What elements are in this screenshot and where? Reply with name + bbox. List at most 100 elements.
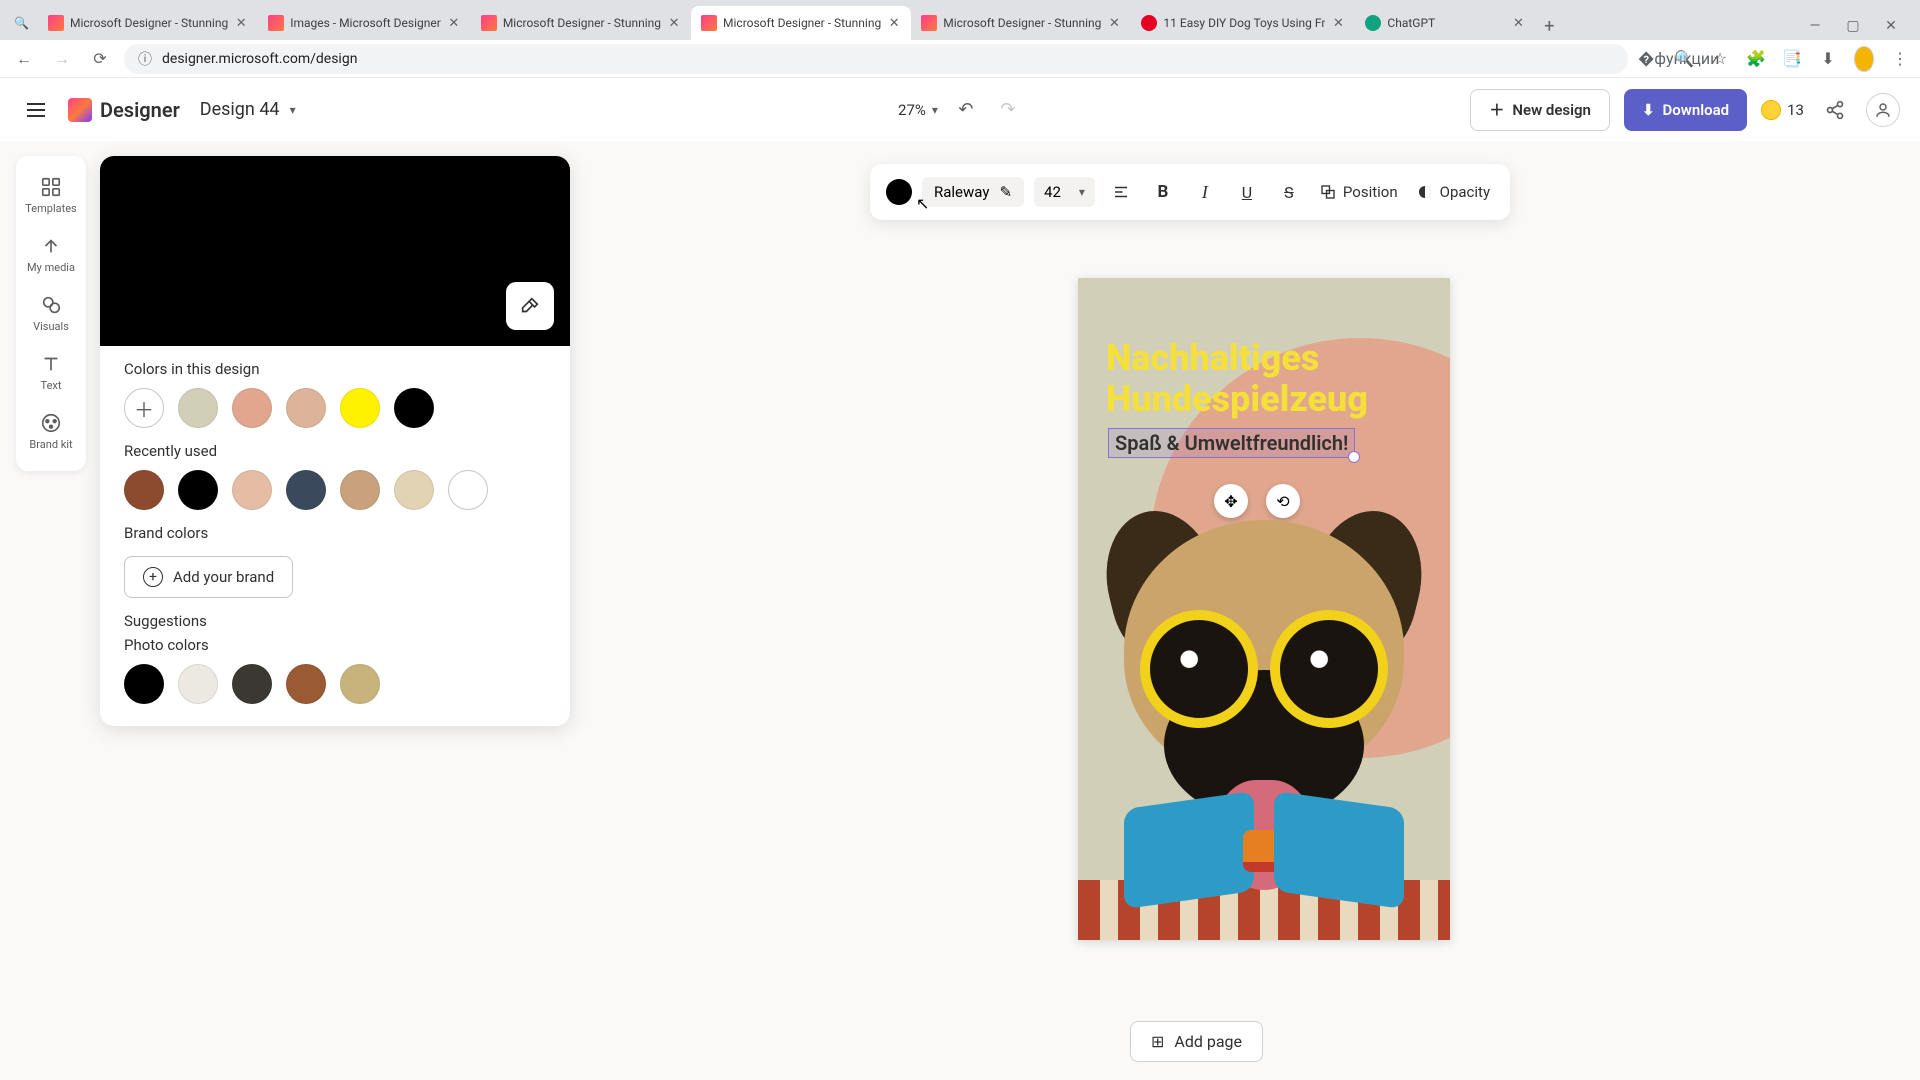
forward-button[interactable]: → bbox=[48, 45, 76, 73]
position-button[interactable]: Position bbox=[1315, 183, 1402, 201]
color-swatch[interactable] bbox=[178, 664, 218, 704]
browser-tab[interactable]: Microsoft Designer - Stunning ✕ bbox=[471, 6, 691, 40]
brand-label: Designer bbox=[100, 98, 180, 122]
color-swatch[interactable] bbox=[232, 388, 272, 428]
color-swatch[interactable] bbox=[286, 664, 326, 704]
browser-tab-active[interactable]: Microsoft Designer - Stunning✕ bbox=[691, 6, 911, 40]
brand[interactable]: Designer bbox=[68, 98, 180, 122]
designer-logo-icon bbox=[68, 98, 92, 122]
color-swatch[interactable] bbox=[340, 470, 380, 510]
chevron-down-icon: ▾ bbox=[1079, 185, 1085, 199]
tab-title: ChatGPT bbox=[1387, 16, 1505, 30]
current-color-preview[interactable] bbox=[100, 156, 570, 346]
color-swatch[interactable] bbox=[232, 470, 272, 510]
reading-list-icon[interactable]: 📑 bbox=[1782, 49, 1802, 68]
rail-brand-kit[interactable]: Brand kit bbox=[16, 402, 86, 461]
section-title: Suggestions bbox=[124, 612, 546, 630]
rail-visuals[interactable]: Visuals bbox=[16, 284, 86, 343]
zoom-value: 27% bbox=[898, 101, 926, 119]
browser-tab[interactable]: Microsoft Designer - Stunning✕ bbox=[911, 6, 1131, 40]
bookmark-icon[interactable]: ☆ bbox=[1710, 49, 1730, 68]
designer-favicon-icon bbox=[481, 15, 497, 31]
color-swatch[interactable] bbox=[340, 664, 380, 704]
add-page-button[interactable]: ⊞ Add page bbox=[1130, 1021, 1263, 1062]
undo-button[interactable]: ↶ bbox=[952, 96, 980, 124]
url-field[interactable]: ⓘ designer.microsoft.com/design bbox=[124, 44, 1628, 74]
color-swatch[interactable] bbox=[232, 664, 272, 704]
text-color-button[interactable] bbox=[886, 179, 912, 205]
download-button[interactable]: ⬇ Download bbox=[1624, 89, 1747, 131]
strikethrough-button[interactable]: S bbox=[1273, 176, 1305, 208]
font-size-dropdown[interactable]: 42 ▾ bbox=[1034, 177, 1095, 207]
rail-label: Templates bbox=[25, 202, 76, 215]
opacity-button[interactable]: Opacity bbox=[1412, 183, 1494, 201]
eyedropper-button[interactable] bbox=[506, 282, 554, 330]
browser-tab[interactable]: ChatGPT ✕ bbox=[1355, 6, 1535, 40]
zoom-dropdown[interactable]: 27% ▾ bbox=[898, 101, 938, 119]
color-swatch[interactable] bbox=[394, 470, 434, 510]
add-brand-label: Add your brand bbox=[173, 568, 274, 586]
close-icon[interactable]: ✕ bbox=[887, 16, 901, 30]
browser-tab[interactable]: 11 Easy DIY Dog Toys Using Fr✕ bbox=[1131, 6, 1355, 40]
minimize-icon[interactable]: — bbox=[1806, 18, 1824, 34]
browser-address-bar: ← → ⟳ ⓘ designer.microsoft.com/design �ф… bbox=[0, 40, 1920, 78]
close-icon[interactable]: ✕ bbox=[447, 16, 461, 30]
selected-text-box[interactable]: Spaß & Umweltfreundlich! bbox=[1108, 428, 1355, 458]
account-button[interactable] bbox=[1866, 93, 1900, 127]
reload-button[interactable]: ⟳ bbox=[86, 45, 114, 73]
maximize-icon[interactable]: ▢ bbox=[1844, 18, 1862, 34]
close-icon[interactable]: ✕ bbox=[1331, 16, 1345, 30]
zoom-icon[interactable]: 🔍 bbox=[1674, 49, 1694, 68]
rail-templates[interactable]: Templates bbox=[16, 166, 86, 225]
redo-button[interactable]: ↷ bbox=[994, 96, 1022, 124]
color-swatch[interactable] bbox=[394, 388, 434, 428]
bold-button[interactable]: B bbox=[1147, 176, 1179, 208]
color-swatch[interactable] bbox=[178, 388, 218, 428]
design-canvas[interactable]: Nachhaltiges Hundespielzeug Spaß & Umwel… bbox=[1078, 278, 1450, 940]
extensions-icon[interactable]: 🧩 bbox=[1746, 49, 1766, 68]
underline-button[interactable]: U bbox=[1231, 176, 1263, 208]
align-button[interactable] bbox=[1105, 176, 1137, 208]
new-design-button[interactable]: ＋ New design bbox=[1470, 89, 1610, 131]
close-icon[interactable]: ✕ bbox=[1511, 16, 1525, 30]
close-icon[interactable]: ✕ bbox=[234, 16, 248, 30]
font-family-dropdown[interactable]: Raleway ✎ bbox=[922, 177, 1024, 207]
back-button[interactable]: ← bbox=[10, 45, 38, 73]
site-info-icon[interactable]: ⓘ bbox=[138, 49, 152, 69]
profile-avatar-icon[interactable] bbox=[1854, 46, 1874, 72]
browser-tab[interactable]: Microsoft Designer - Stunning✕ bbox=[38, 6, 258, 40]
designer-favicon-icon bbox=[268, 15, 284, 31]
heading-line: Nachhaltiges bbox=[1106, 337, 1319, 379]
add-color-button[interactable]: ＋ bbox=[124, 388, 164, 428]
canvas-heading[interactable]: Nachhaltiges Hundespielzeug bbox=[1106, 338, 1368, 421]
close-icon[interactable]: ✕ bbox=[667, 16, 681, 30]
install-app-icon[interactable]: �функции bbox=[1638, 49, 1658, 68]
color-swatch[interactable] bbox=[340, 388, 380, 428]
new-tab-button[interactable]: + bbox=[1535, 12, 1563, 40]
canvas-image[interactable] bbox=[1078, 480, 1450, 940]
color-swatch[interactable] bbox=[178, 470, 218, 510]
color-swatch[interactable] bbox=[286, 470, 326, 510]
design-name-dropdown[interactable]: Design 44 ▾ bbox=[200, 99, 296, 120]
color-swatch[interactable] bbox=[448, 470, 488, 510]
rail-text[interactable]: Text bbox=[16, 343, 86, 402]
close-icon[interactable]: ✕ bbox=[1107, 16, 1121, 30]
tab-search[interactable]: 🔍 bbox=[6, 6, 38, 40]
downloads-icon[interactable]: ⬇ bbox=[1818, 49, 1838, 68]
plus-icon: ＋ bbox=[1489, 99, 1504, 120]
rail-my-media[interactable]: My media bbox=[16, 225, 86, 284]
browser-tab[interactable]: Images - Microsoft Designer✕ bbox=[258, 6, 471, 40]
add-brand-button[interactable]: + Add your brand bbox=[124, 556, 293, 598]
color-swatch[interactable] bbox=[124, 470, 164, 510]
share-button[interactable] bbox=[1818, 93, 1852, 127]
color-swatch[interactable] bbox=[286, 388, 326, 428]
color-swatch[interactable] bbox=[124, 664, 164, 704]
app-header: Designer Design 44 ▾ 27% ▾ ↶ ↷ ＋ New des… bbox=[0, 78, 1920, 142]
credits-indicator[interactable]: 13 bbox=[1761, 100, 1804, 120]
menu-button[interactable] bbox=[20, 94, 52, 126]
kebab-menu-icon[interactable]: ⋮ bbox=[1890, 49, 1910, 68]
close-window-icon[interactable]: ✕ bbox=[1882, 18, 1900, 34]
tab-title: Microsoft Designer - Stunning bbox=[503, 16, 661, 30]
rail-label: My media bbox=[27, 261, 75, 274]
italic-button[interactable]: I bbox=[1189, 176, 1221, 208]
